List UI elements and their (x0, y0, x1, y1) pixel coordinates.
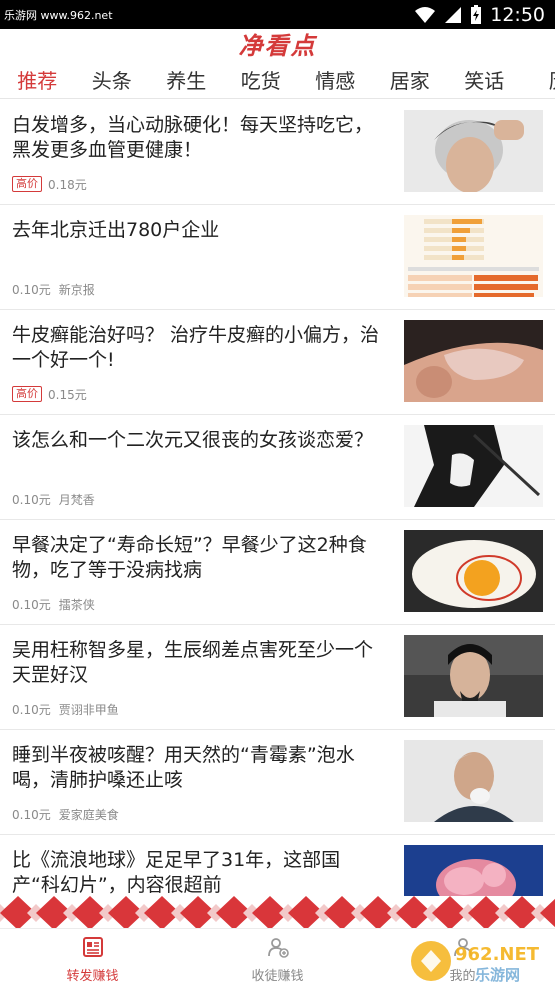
article-thumbnail[interactable] (404, 845, 543, 900)
article-source: 贾诩非甲鱼 (58, 702, 119, 717)
article-price: 0.10元 (12, 807, 51, 822)
app-header: 净看点 (0, 29, 555, 63)
list-item[interactable]: 吴用枉称智多星，生辰纲差点害死至少一个天罡好汉 0.10元 贾诩非甲鱼 (0, 625, 555, 730)
article-title: 牛皮癣能治好吗？ 治疗牛皮癣的小偏方，治一个好一个! (12, 324, 380, 371)
tab-history[interactable]: 历 (522, 63, 555, 98)
article-icon (82, 937, 103, 957)
article-price: 0.10元 (12, 282, 51, 297)
status-bar: 乐游网 www.962.net 12:50 (0, 0, 555, 29)
high-price-badge: 高价 (12, 386, 42, 402)
article-price: 0.10元 (12, 597, 51, 612)
article-price: 0.10元 (12, 492, 51, 507)
tab-headlines[interactable]: 头条 (75, 63, 150, 98)
svg-text:乐游网: 乐游网 (475, 966, 520, 984)
nav-label: 转发赚钱 (66, 969, 119, 984)
wifi-icon (415, 7, 436, 23)
status-icons: 12:50 (414, 4, 545, 26)
article-thumbnail[interactable] (404, 740, 543, 822)
list-item[interactable]: 早餐决定了“寿命长短”？早餐少了这2种食物，吃了等于没病找病 0.10元 擂茶侠 (0, 520, 555, 625)
nav-forward-earn[interactable]: 转发赚钱 (0, 929, 185, 988)
article-thumbnail[interactable] (404, 320, 543, 402)
signal-icon (445, 7, 462, 23)
article-thumbnail[interactable] (404, 425, 543, 507)
nav-recruit-earn[interactable]: 收徒赚钱 (185, 929, 370, 988)
decorative-pattern (0, 896, 555, 930)
list-item[interactable]: 该怎么和一个二次元又很丧的女孩谈恋爱？ 0.10元 月梵香 (0, 415, 555, 520)
article-meta: 0.10元 月梵香 (12, 491, 95, 507)
article-thumbnail[interactable] (404, 110, 543, 192)
list-item[interactable]: 比《流浪地球》足足早了31年，这部国产“科幻片”，内容很超前 (0, 835, 555, 900)
article-source: 爱家庭美食 (58, 807, 119, 822)
article-title: 白发增多，当心动脉硬化！每天坚持吃它，黑发更多血管更健康！ (12, 114, 374, 161)
article-price: 0.18元 (48, 177, 87, 192)
tab-recommend[interactable]: 推荐 (0, 63, 75, 98)
list-item[interactable]: 睡到半夜被咳醒？用天然的“青霉素”泡水喝，清肺护嗓还止咳 0.10元 爱家庭美食 (0, 730, 555, 835)
article-source: 擂茶侠 (58, 597, 95, 612)
high-price-badge: 高价 (12, 176, 42, 192)
tab-emotion[interactable]: 情感 (298, 63, 373, 98)
svg-text:962.NET: 962.NET (455, 944, 540, 965)
article-title: 去年北京迁出780户企业 (12, 219, 220, 241)
add-user-icon (267, 938, 289, 958)
list-item[interactable]: 白发增多，当心动脉硬化！每天坚持吃它，黑发更多血管更健康！ 高价 0.18元 (0, 100, 555, 205)
list-item[interactable]: 牛皮癣能治好吗？ 治疗牛皮癣的小偏方，治一个好一个! 高价 0.15元 (0, 310, 555, 415)
tab-food[interactable]: 吃货 (224, 63, 299, 98)
article-price: 0.10元 (12, 702, 51, 717)
article-meta: 0.10元 爱家庭美食 (12, 806, 119, 822)
article-meta: 高价 0.15元 (12, 386, 87, 402)
tab-jokes[interactable]: 笑话 (447, 63, 522, 98)
article-title: 睡到半夜被咳醒？用天然的“青霉素”泡水喝，清肺护嗓还止咳 (12, 744, 355, 791)
article-meta: 0.10元 新京报 (12, 281, 95, 297)
category-tabs: 推荐 头条 养生 吃货 情感 居家 笑话 历 (0, 63, 555, 99)
article-thumbnail[interactable] (404, 215, 543, 297)
article-source: 月梵香 (58, 492, 95, 507)
article-meta: 高价 0.18元 (12, 176, 87, 192)
article-thumbnail[interactable] (404, 530, 543, 612)
nav-label: 收徒赚钱 (251, 969, 304, 984)
article-meta: 0.10元 擂茶侠 (12, 596, 95, 612)
article-source: 新京报 (58, 282, 95, 297)
article-thumbnail[interactable] (404, 635, 543, 717)
site-watermark-logo: 962.NET 乐游网 (411, 941, 540, 984)
article-list: 白发增多，当心动脉硬化！每天坚持吃它，黑发更多血管更健康！ 高价 0.18元 去… (0, 100, 555, 900)
article-price: 0.15元 (48, 387, 87, 402)
article-title: 吴用枉称智多星，生辰纲差点害死至少一个天罡好汉 (12, 639, 374, 686)
list-item[interactable]: 去年北京迁出780户企业 0.10元 新京报 (0, 205, 555, 310)
article-title: 比《流浪地球》足足早了31年，这部国产“科幻片”，内容很超前 (12, 849, 341, 896)
article-title: 该怎么和一个二次元又很丧的女孩谈恋爱？ (12, 429, 374, 451)
clock: 12:50 (490, 4, 545, 26)
site-label: 乐游网 www.962.net (4, 9, 113, 22)
app-title: 净看点 (238, 32, 317, 60)
article-meta: 0.10元 贾诩非甲鱼 (12, 701, 119, 717)
tab-health[interactable]: 养生 (149, 63, 224, 98)
battery-charging-icon (471, 5, 482, 24)
article-title: 早餐决定了“寿命长短”？早餐少了这2种食物，吃了等于没病找病 (12, 534, 367, 581)
tab-home[interactable]: 居家 (373, 63, 448, 98)
